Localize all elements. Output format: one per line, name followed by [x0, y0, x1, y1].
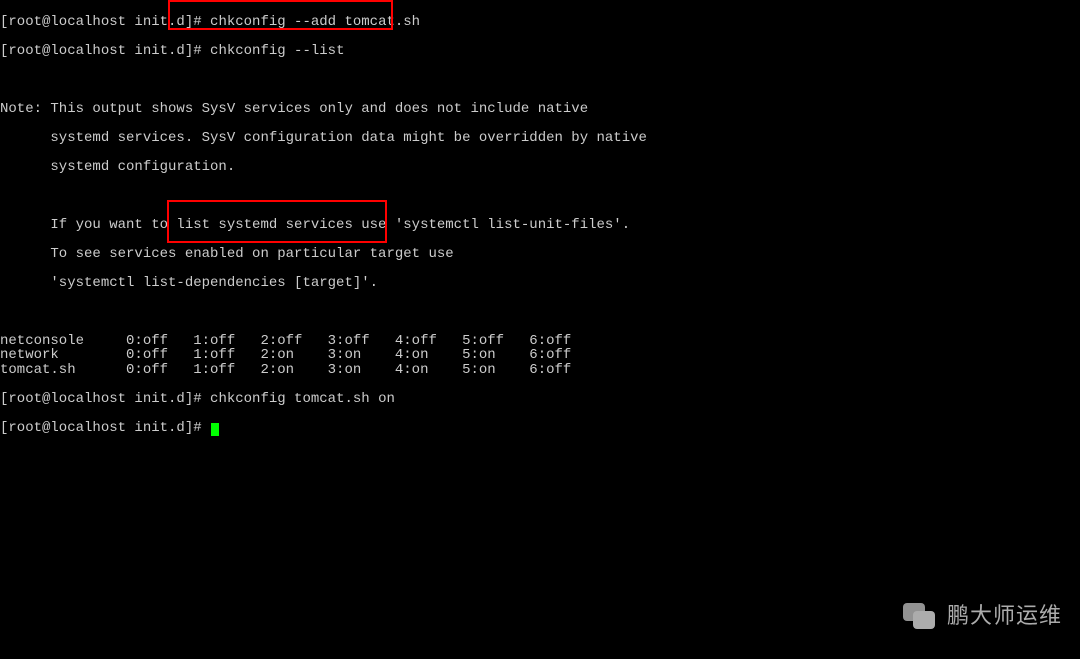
- wechat-icon: [901, 601, 937, 631]
- watermark: 鹏大师运维: [901, 601, 1062, 631]
- service-row: network 0:off 1:off 2:on 3:on 4:on 5:on …: [0, 348, 1080, 363]
- cursor-icon: [211, 423, 219, 436]
- command-text: chkconfig --list: [210, 43, 344, 59]
- shell-prompt: [root@localhost init.d]#: [0, 391, 210, 407]
- cmd-line-3: [root@localhost init.d]# chkconfig tomca…: [0, 392, 1080, 407]
- terminal-screen[interactable]: [root@localhost init.d]# chkconfig --add…: [0, 0, 1080, 450]
- watermark-text: 鹏大师运维: [947, 609, 1062, 624]
- shell-prompt: [root@localhost init.d]#: [0, 43, 210, 59]
- shell-prompt: [root@localhost init.d]#: [0, 14, 210, 30]
- note-line: To see services enabled on particular ta…: [0, 247, 1080, 262]
- command-text: chkconfig tomcat.sh on: [210, 391, 395, 407]
- command-text: chkconfig --add tomcat.sh: [210, 14, 420, 30]
- cmd-line-2: [root@localhost init.d]# chkconfig --lis…: [0, 44, 1080, 59]
- cmd-line-4: [root@localhost init.d]#: [0, 421, 1080, 436]
- service-row: netconsole 0:off 1:off 2:off 3:off 4:off…: [0, 334, 1080, 349]
- cmd-line-1: [root@localhost init.d]# chkconfig --add…: [0, 15, 1080, 30]
- note-line: If you want to list systemd services use…: [0, 218, 1080, 233]
- service-row: tomcat.sh 0:off 1:off 2:on 3:on 4:on 5:o…: [0, 363, 1080, 378]
- blank-line: [0, 73, 1080, 88]
- blank-line: [0, 189, 1080, 204]
- note-line: 'systemctl list-dependencies [target]'.: [0, 276, 1080, 291]
- note-line: systemd configuration.: [0, 160, 1080, 175]
- note-line: Note: This output shows SysV services on…: [0, 102, 1080, 117]
- note-line: systemd services. SysV configuration dat…: [0, 131, 1080, 146]
- blank-line: [0, 305, 1080, 320]
- shell-prompt: [root@localhost init.d]#: [0, 420, 210, 436]
- service-table: netconsole 0:off 1:off 2:off 3:off 4:off…: [0, 334, 1080, 378]
